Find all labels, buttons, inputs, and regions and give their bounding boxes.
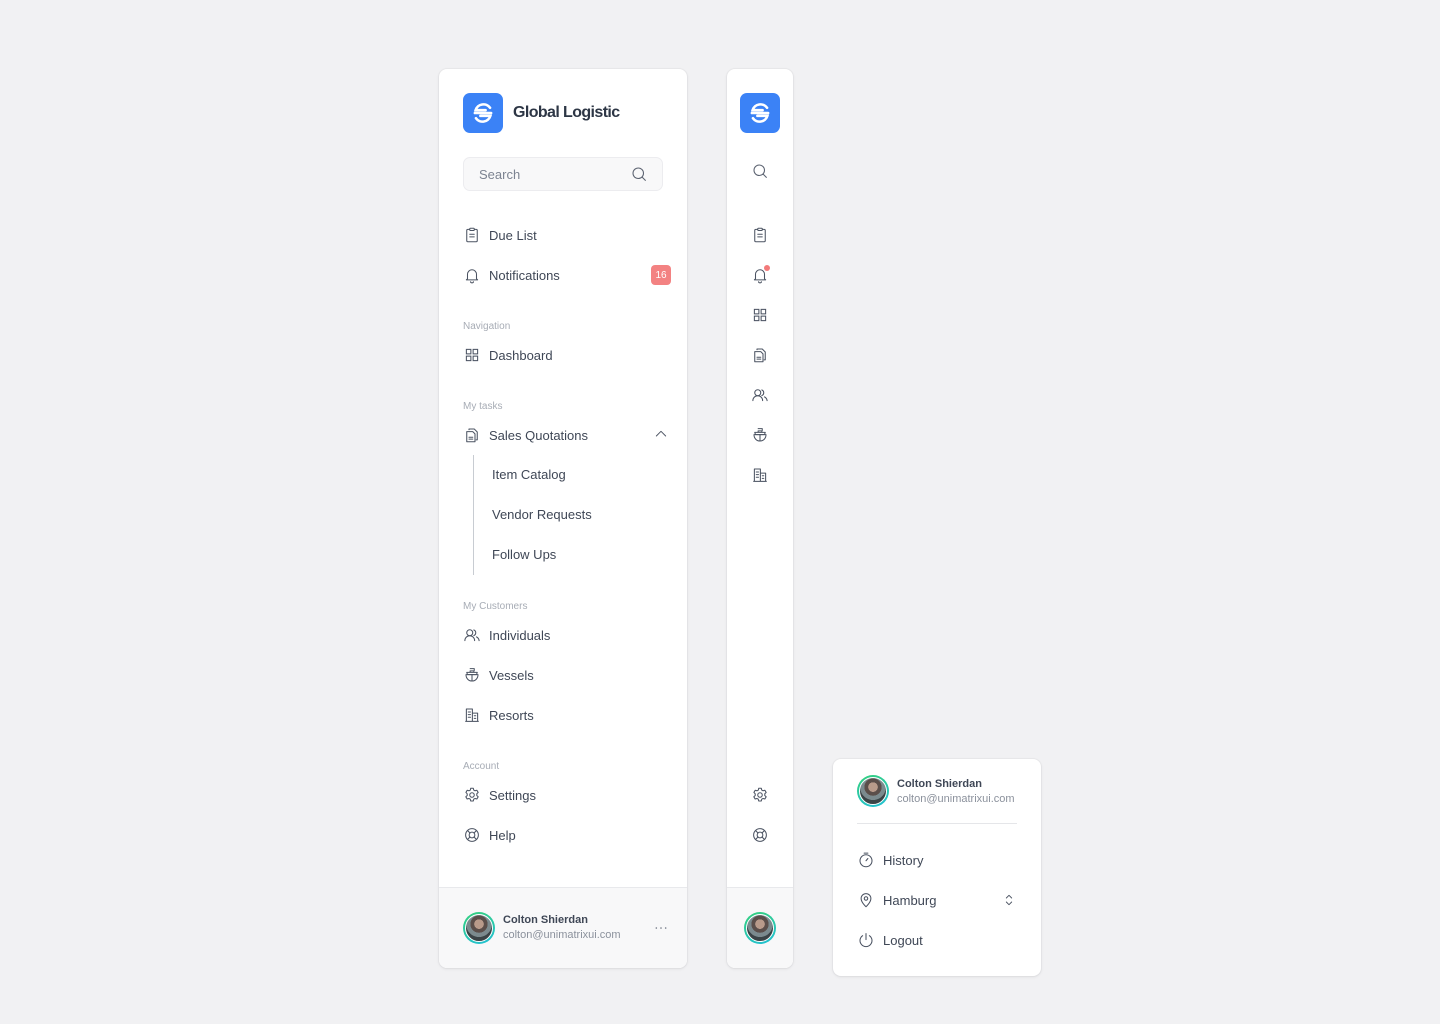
gear-icon — [463, 786, 481, 804]
notification-dot — [764, 265, 770, 271]
nav-item-vessels[interactable]: Vessels — [463, 663, 671, 687]
ship-icon — [463, 666, 481, 684]
nav-item-dashboard[interactable]: Dashboard — [463, 343, 671, 367]
buildings-icon[interactable] — [751, 466, 769, 484]
nav-item-label: Vessels — [489, 667, 534, 683]
user-info: Colton Shierdan colton@unimatrixui.com — [897, 778, 1015, 805]
nav-item-due-list[interactable]: Due List — [463, 223, 671, 247]
brand-name: Global Logistic — [513, 104, 620, 121]
avatar-image — [859, 777, 887, 805]
buildings-icon — [463, 706, 481, 724]
nav-item-help[interactable]: Help — [463, 823, 671, 847]
clipboard-icon — [463, 226, 481, 244]
popover-user-header: Colton Shierdan colton@unimatrixui.com — [857, 775, 1015, 807]
chevron-up-icon[interactable] — [653, 426, 669, 442]
search-icon[interactable] — [630, 165, 648, 183]
location-selector[interactable]: Hamburg — [857, 888, 1017, 912]
nav-item-sales-quotations[interactable]: Sales Quotations — [463, 423, 671, 447]
brand[interactable]: Global Logistic — [463, 93, 620, 133]
nav-item-settings[interactable]: Settings — [463, 783, 671, 807]
section-label-account: Account — [463, 761, 500, 772]
user-email: colton@unimatrixui.com — [897, 792, 1015, 805]
grid-icon — [463, 346, 481, 364]
menu-item-logout[interactable]: Logout — [857, 928, 1017, 952]
brand-logo-icon[interactable] — [740, 93, 780, 133]
search-icon[interactable] — [751, 162, 769, 180]
nav-item-label: Due List — [489, 227, 537, 243]
submenu-guide-line — [473, 455, 474, 575]
nav-item-label: Settings — [489, 787, 536, 803]
menu-item-label: Logout — [883, 932, 923, 948]
section-label-my-customers: My Customers — [463, 601, 528, 612]
brand-logo-icon — [463, 93, 503, 133]
nav-item-label: Resorts — [489, 707, 534, 723]
user-menu-popover: Colton Shierdan colton@unimatrixui.com H… — [833, 759, 1041, 976]
users-icon[interactable] — [751, 386, 769, 404]
lifebuoy-icon[interactable] — [751, 826, 769, 844]
nav-item-label: Sales Quotations — [489, 427, 589, 443]
user-name: Colton Shierdan — [503, 914, 588, 926]
submenu-item-follow-ups[interactable]: Follow Ups — [492, 543, 556, 567]
lifebuoy-icon — [463, 826, 481, 844]
divider — [857, 823, 1017, 824]
menu-item-label: History — [883, 852, 924, 868]
bell-icon[interactable] — [751, 265, 770, 284]
submenu-item-item-catalog[interactable]: Item Catalog — [492, 463, 566, 487]
nav-item-label: Help — [489, 827, 516, 843]
nav-item-individuals[interactable]: Individuals — [463, 623, 671, 647]
more-options-icon[interactable] — [653, 920, 669, 936]
bell-icon — [463, 266, 481, 284]
avatar-image — [465, 914, 493, 942]
location-pin-icon — [857, 891, 875, 909]
section-label-navigation: Navigation — [463, 321, 511, 332]
sidebar-collapsed — [727, 69, 793, 968]
submenu-item-vendor-requests[interactable]: Vendor Requests — [492, 503, 592, 527]
documents-icon — [463, 426, 481, 444]
nav-item-label: Dashboard — [489, 347, 553, 363]
ship-icon[interactable] — [751, 426, 769, 444]
nav-item-label: Individuals — [489, 627, 551, 643]
avatar — [857, 775, 889, 807]
user-footer — [727, 887, 793, 968]
documents-icon[interactable] — [751, 346, 769, 364]
user-footer: Colton Shierdan colton@unimatrixui.com — [439, 887, 687, 968]
nav-item-resorts[interactable]: Resorts — [463, 703, 671, 727]
user-email: colton@unimatrixui.com — [503, 929, 621, 941]
user-info: Colton Shierdan colton@unimatrixui.com — [503, 914, 621, 941]
nav-item-notifications[interactable]: Notifications 16 — [463, 263, 671, 287]
chevron-up-down-icon[interactable] — [1001, 892, 1017, 908]
gear-icon[interactable] — [751, 786, 769, 804]
avatar[interactable] — [744, 912, 776, 944]
sidebar-expanded: Global Logistic Due List Notifications 1… — [439, 69, 687, 968]
section-label-my-tasks: My tasks — [463, 401, 503, 412]
users-icon — [463, 626, 481, 644]
notification-count-badge: 16 — [651, 265, 671, 285]
search-input[interactable] — [479, 166, 630, 182]
clipboard-icon[interactable] — [751, 226, 769, 244]
location-value: Hamburg — [883, 892, 937, 908]
stopwatch-icon — [857, 851, 875, 869]
search-box[interactable] — [463, 157, 663, 191]
user-name: Colton Shierdan — [897, 777, 982, 790]
menu-item-history[interactable]: History — [857, 848, 1017, 872]
grid-icon[interactable] — [751, 306, 769, 324]
nav-item-label: Notifications — [489, 267, 560, 283]
avatar[interactable] — [463, 912, 495, 944]
power-icon — [857, 931, 875, 949]
avatar-image — [746, 914, 774, 942]
